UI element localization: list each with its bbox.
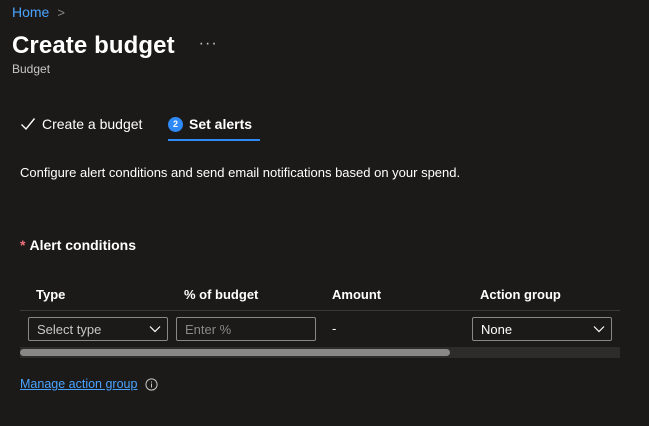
column-header-action-group: Action group [480, 287, 561, 302]
manage-action-group-row: Manage action group [20, 375, 159, 393]
breadcrumb-home-link[interactable]: Home [12, 4, 49, 20]
alert-conditions-heading: * Alert conditions [20, 237, 136, 253]
manage-action-group-link[interactable]: Manage action group [20, 377, 137, 391]
breadcrumb: Home > [12, 3, 65, 21]
amount-value: - [332, 321, 337, 336]
type-dropdown-value: Select type [37, 321, 102, 337]
alert-table-header: Type % of budget Amount Action group [20, 283, 620, 311]
required-asterisk: * [20, 237, 26, 253]
step-number-badge: 2 [168, 116, 183, 132]
step-set-alerts[interactable]: 2 Set alerts [168, 110, 261, 141]
page-subtitle: Budget [12, 62, 51, 76]
table-row: Select type - None [20, 312, 620, 346]
active-step-underline [168, 139, 261, 141]
checkmark-icon [21, 118, 36, 131]
column-header-type: Type [36, 287, 66, 302]
create-budget-page: Home > Create budget ··· Budget Create a… [0, 0, 649, 426]
horizontal-scrollbar[interactable] [20, 347, 620, 358]
alert-conditions-title: Alert conditions [29, 237, 137, 253]
chevron-down-icon [149, 326, 161, 333]
title-row: Create budget ··· [12, 29, 218, 63]
chevron-down-icon [593, 326, 605, 333]
type-dropdown[interactable]: Select type [28, 317, 168, 341]
step-set-alerts-label: Set alerts [189, 116, 253, 132]
step-create-budget-label: Create a budget [42, 116, 143, 132]
page-description: Configure alert conditions and send emai… [20, 165, 461, 180]
wizard-steps: Create a budget 2 Set alerts [20, 110, 261, 142]
percent-of-budget-input[interactable] [176, 317, 316, 341]
scrollbar-thumb[interactable] [20, 349, 450, 356]
column-header-amount: Amount [332, 287, 382, 302]
page-title: Create budget [12, 32, 175, 59]
column-header-percent: % of budget [184, 287, 259, 302]
more-options-button[interactable]: ··· [199, 35, 218, 53]
action-group-dropdown[interactable]: None [472, 317, 612, 341]
info-icon[interactable] [145, 377, 159, 391]
breadcrumb-separator: > [57, 4, 65, 20]
action-group-dropdown-value: None [481, 321, 513, 337]
step-create-budget[interactable]: Create a budget [20, 110, 168, 138]
